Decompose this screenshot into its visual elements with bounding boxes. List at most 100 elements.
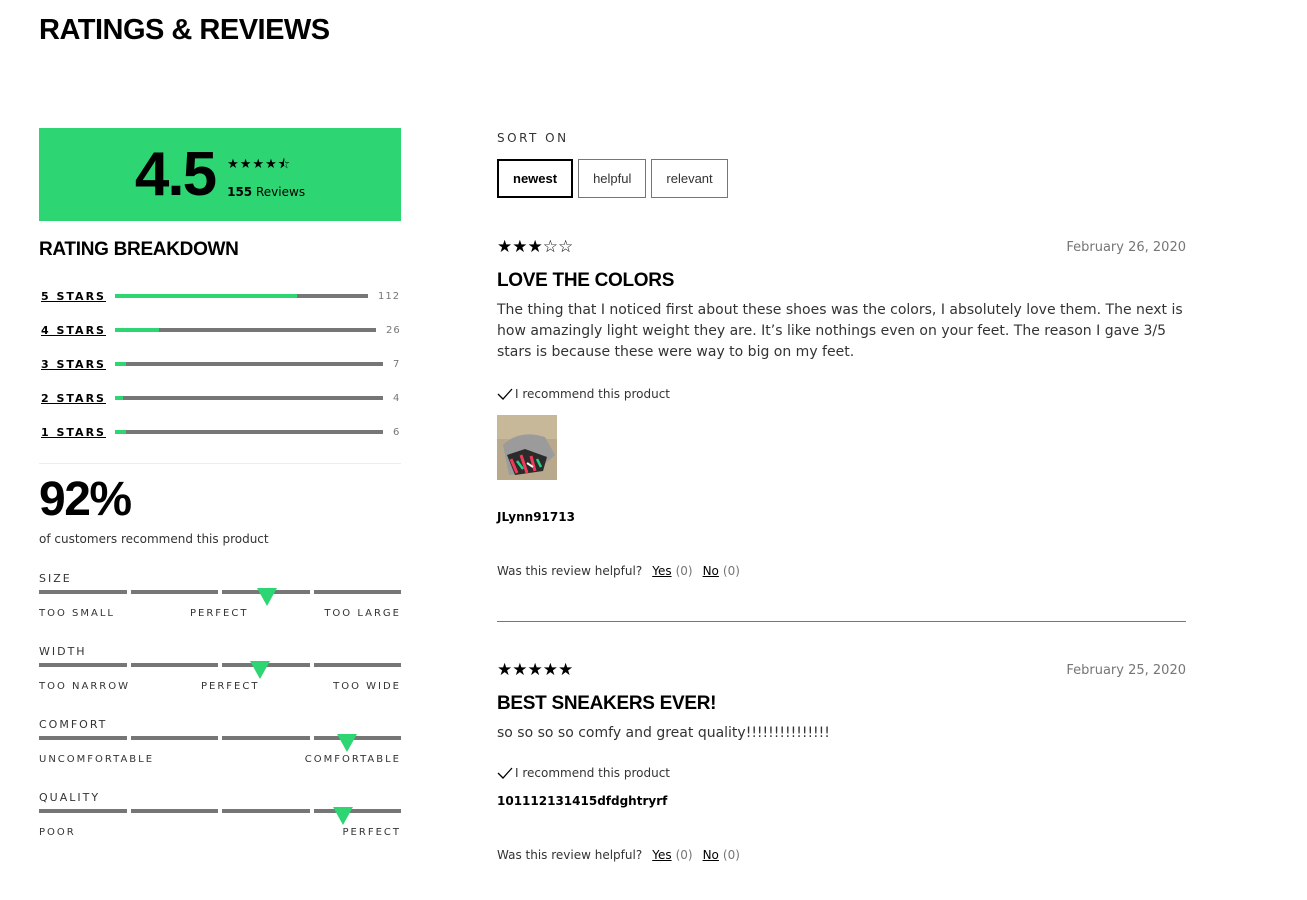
fit-segment bbox=[130, 736, 218, 740]
helpful-no-link[interactable]: No bbox=[703, 848, 719, 862]
breakdown-count: 6 bbox=[393, 426, 401, 438]
review-stars-icon: ★★★☆☆ bbox=[497, 237, 574, 257]
helpful-question: Was this review helpful? bbox=[497, 564, 643, 578]
fit-marker-icon bbox=[333, 807, 354, 825]
breakdown-bar bbox=[115, 328, 376, 332]
review-body: so so so so comfy and great quality!!!!!… bbox=[497, 725, 830, 741]
fit-segment bbox=[39, 663, 127, 667]
breakdown-fill bbox=[115, 328, 160, 332]
fit-label-right: TOO WIDE bbox=[333, 681, 401, 692]
sort-title: SORT ON bbox=[497, 131, 569, 145]
fit-segment bbox=[130, 663, 218, 667]
breakdown-bar bbox=[115, 396, 383, 400]
review-title: LOVE THE COLORS bbox=[497, 270, 675, 291]
recommend-label: of customers recommend this product bbox=[39, 532, 269, 546]
fit-title: COMFORT bbox=[39, 718, 108, 731]
review-date: February 26, 2020 bbox=[1066, 240, 1186, 255]
recommend-percent: 92% bbox=[39, 473, 132, 526]
fit-segment bbox=[313, 663, 401, 667]
fit-ratings: SIZE TOO SMALL PERFECT TOO LARGE WIDTH T… bbox=[39, 572, 401, 864]
helpful-no-count: (0) bbox=[722, 848, 740, 862]
fit-label-right: TOO LARGE bbox=[324, 608, 401, 619]
review-author: 101112131415dfdghtryrf bbox=[497, 794, 668, 808]
fit-comfort: COMFORT UNCOMFORTABLE COMFORTABLE bbox=[39, 718, 401, 791]
score-box: 4.5 ★★★★⯪ 155 Reviews bbox=[39, 128, 401, 221]
breakdown-title: RATING BREAKDOWN bbox=[39, 239, 239, 260]
review-photo-thumbnail bbox=[497, 415, 557, 480]
breakdown-bar bbox=[115, 362, 383, 366]
fit-label-left: TOO NARROW bbox=[39, 681, 131, 692]
fit-bar bbox=[39, 663, 401, 667]
helpful-yes-link[interactable]: Yes bbox=[652, 564, 671, 578]
fit-quality: QUALITY POOR PERFECT bbox=[39, 791, 401, 864]
recommend-note: I recommend this product bbox=[497, 387, 1186, 401]
review-stars-icon: ★★★★★ bbox=[497, 660, 574, 680]
helpful-no-link[interactable]: No bbox=[703, 564, 719, 578]
fit-size: SIZE TOO SMALL PERFECT TOO LARGE bbox=[39, 572, 401, 645]
checkmark-icon bbox=[497, 767, 513, 779]
breakdown-fill bbox=[115, 430, 126, 434]
breakdown-count: 26 bbox=[386, 324, 401, 336]
helpful-prompt: Was this review helpful? Yes (0) No (0) bbox=[497, 848, 1186, 862]
divider bbox=[39, 463, 401, 464]
fit-segment bbox=[39, 590, 127, 594]
fit-marker-icon bbox=[257, 588, 278, 606]
breakdown-count: 112 bbox=[378, 290, 401, 302]
fit-segment bbox=[222, 736, 310, 740]
sort-newest-button[interactable]: newest bbox=[497, 159, 574, 198]
fit-title: WIDTH bbox=[39, 645, 87, 658]
score-meta: ★★★★⯪ 155 Reviews bbox=[227, 151, 305, 199]
review-divider bbox=[497, 621, 1186, 622]
sort-options: newest helpful relevant bbox=[497, 159, 728, 198]
fit-segment bbox=[313, 736, 401, 740]
breakdown-fill bbox=[115, 362, 126, 366]
breakdown-label[interactable]: 4 STARS bbox=[39, 324, 115, 337]
review-photo[interactable] bbox=[497, 415, 557, 480]
average-stars-icon: ★★★★⯪ bbox=[227, 156, 292, 172]
review-count: 155 Reviews bbox=[227, 185, 305, 199]
fit-segment bbox=[313, 809, 401, 813]
helpful-prompt: Was this review helpful? Yes (0) No (0) bbox=[497, 564, 1186, 578]
breakdown-fill bbox=[115, 396, 124, 400]
breakdown-row-3[interactable]: 3 STARS 7 bbox=[39, 347, 401, 381]
breakdown-bar bbox=[115, 430, 383, 434]
breakdown-row-4[interactable]: 4 STARS 26 bbox=[39, 313, 401, 347]
fit-width: WIDTH TOO NARROW PERFECT TOO WIDE bbox=[39, 645, 401, 718]
fit-segment bbox=[39, 809, 127, 813]
breakdown-label[interactable]: 1 STARS bbox=[39, 426, 115, 439]
review-card: ★★★★★ February 25, 2020 BEST SNEAKERS EV… bbox=[497, 660, 1186, 863]
breakdown-row-1[interactable]: 1 STARS 6 bbox=[39, 415, 401, 449]
sort-relevant-button[interactable]: relevant bbox=[651, 159, 728, 198]
helpful-question: Was this review helpful? bbox=[497, 848, 643, 862]
checkmark-icon bbox=[497, 388, 513, 400]
fit-title: QUALITY bbox=[39, 791, 101, 804]
breakdown-row-2[interactable]: 2 STARS 4 bbox=[39, 381, 401, 415]
fit-segment bbox=[313, 590, 401, 594]
breakdown-label[interactable]: 2 STARS bbox=[39, 392, 115, 405]
review-title: BEST SNEAKERS EVER! bbox=[497, 693, 717, 714]
average-score: 4.5 bbox=[134, 139, 217, 209]
rating-breakdown: 5 STARS 112 4 STARS 26 3 STARS 7 2 STARS… bbox=[39, 279, 401, 449]
helpful-yes-count: (0) bbox=[675, 848, 693, 862]
fit-marker-icon bbox=[336, 734, 357, 752]
breakdown-label[interactable]: 5 STARS bbox=[39, 290, 115, 303]
breakdown-row-5[interactable]: 5 STARS 112 bbox=[39, 279, 401, 313]
breakdown-count: 4 bbox=[393, 392, 401, 404]
breakdown-count: 7 bbox=[393, 358, 401, 370]
breakdown-bar bbox=[115, 294, 368, 298]
review-date: February 25, 2020 bbox=[1066, 663, 1186, 678]
review-count-number: 155 bbox=[227, 184, 253, 199]
helpful-yes-link[interactable]: Yes bbox=[652, 848, 671, 862]
recommend-text: I recommend this product bbox=[515, 387, 671, 401]
breakdown-label[interactable]: 3 STARS bbox=[39, 358, 115, 371]
fit-segment bbox=[130, 809, 218, 813]
fit-label-right: PERFECT bbox=[342, 827, 401, 838]
fit-label-right: COMFORTABLE bbox=[304, 754, 401, 765]
sort-helpful-button[interactable]: helpful bbox=[578, 159, 647, 198]
helpful-no-count: (0) bbox=[722, 564, 740, 578]
fit-label-mid: PERFECT bbox=[190, 608, 249, 619]
fit-label-mid: PERFECT bbox=[201, 681, 260, 692]
fit-segment bbox=[130, 590, 218, 594]
recommend-note: I recommend this product bbox=[497, 766, 1186, 780]
recommend-text: I recommend this product bbox=[515, 766, 671, 780]
